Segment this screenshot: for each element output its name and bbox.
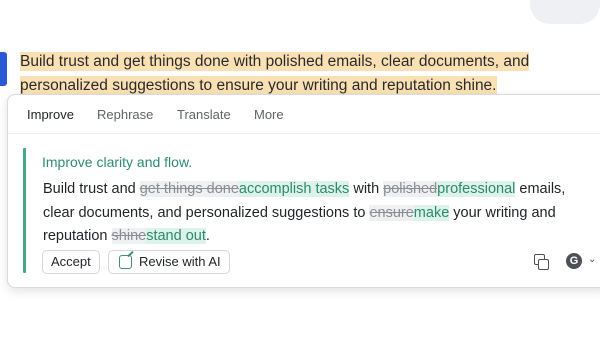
suggestion-text: with [349, 181, 384, 197]
tab-improve[interactable]: Improve [27, 107, 74, 122]
chevron-down-icon[interactable]: ⌄ [588, 254, 596, 265]
copy-icon[interactable] [534, 254, 549, 270]
suggestion-body: Build trust and get things doneaccomplis… [43, 178, 583, 249]
deleted-text: shine [111, 228, 147, 244]
accept-button[interactable]: Accept [42, 250, 100, 274]
revise-with-ai-button[interactable]: Revise with AI [108, 250, 230, 274]
suggestion-text: . [205, 228, 210, 244]
document-text[interactable]: Build trust and get things done with pol… [20, 50, 600, 98]
suggestion-accent-bar [23, 148, 26, 273]
tab-rephrase[interactable]: Rephrase [97, 107, 153, 122]
inserted-text: professional [437, 181, 516, 197]
deleted-text: get things done [139, 181, 239, 197]
inserted-text: make [413, 204, 450, 221]
window-control-cap [530, 0, 600, 24]
tab-translate[interactable]: Translate [177, 107, 231, 122]
suggestion-card: Improve Rephrase Translate More Improve … [7, 94, 600, 288]
inserted-text: accomplish tasks [238, 181, 350, 197]
edit-sparkle-icon [119, 255, 132, 269]
deleted-text: ensure [369, 204, 414, 221]
highlighted-text: Build trust and get things done with pol… [20, 52, 530, 95]
suggestion-title: Improve clarity and flow. [42, 154, 193, 170]
text-selection-marker [0, 52, 7, 86]
suggestion-text: Build trust and [43, 181, 140, 197]
inserted-text: stand out [146, 228, 206, 244]
tab-more[interactable]: More [254, 107, 284, 122]
grammarly-icon[interactable]: G [566, 253, 582, 269]
top-strip [0, 0, 600, 36]
tab-bar: Improve Rephrase Translate More [8, 95, 600, 134]
deleted-text: polished [383, 181, 438, 197]
revise-label: Revise with AI [139, 254, 221, 269]
